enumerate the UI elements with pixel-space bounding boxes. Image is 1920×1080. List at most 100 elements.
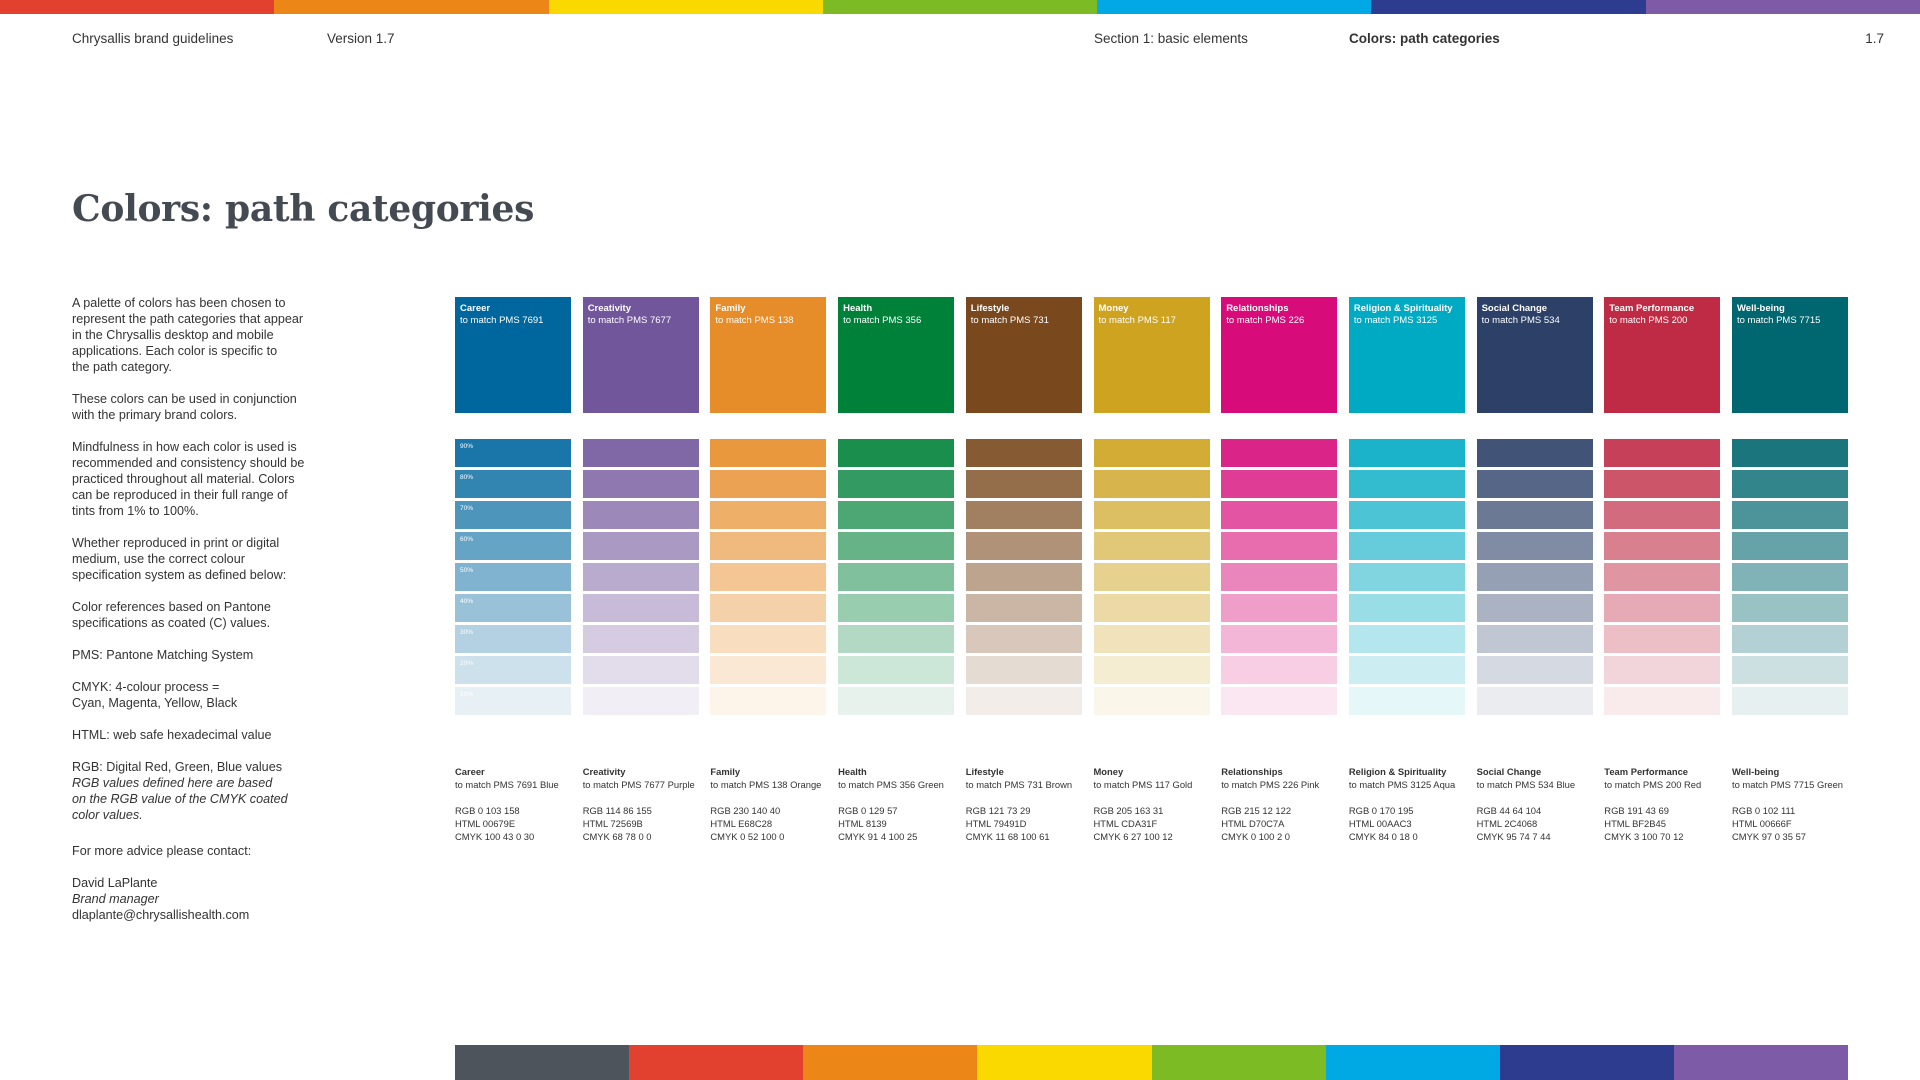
tint-swatch — [582, 563, 699, 591]
swatch-pms: to match PMS 3125 — [1353, 315, 1438, 326]
bottom-color-band — [455, 1045, 1848, 1080]
tint-swatch — [1604, 656, 1721, 684]
color-spec: Religion & Spirituality to match PMS 3125… — [1349, 765, 1479, 843]
tint-swatch — [1732, 470, 1848, 498]
tint-swatch — [1732, 656, 1848, 684]
swatch-main: Creativity to match PMS 7677 — [582, 297, 699, 413]
color-spec: Family to match PMS 138 Orange RGB 230 140… — [710, 765, 840, 843]
spec-name: Lifestyle — [965, 766, 1004, 777]
tint-swatch — [1604, 439, 1721, 467]
tint-swatch — [582, 532, 699, 560]
tint-swatch — [1476, 532, 1593, 560]
tint-swatch — [1604, 687, 1721, 715]
spec-rgb: RGB 0 102 111 — [1732, 805, 1796, 816]
spec-cmyk: CMYK 91 4 100 25 — [838, 831, 918, 842]
tint-swatch — [1221, 687, 1338, 715]
spec-rgb: RGB 230 140 40 — [710, 805, 781, 816]
tint-swatch — [1348, 501, 1465, 529]
tint-swatch — [1476, 563, 1593, 591]
spec-rgb: RGB 191 43 69 — [1604, 805, 1669, 816]
tint-swatch — [1348, 687, 1465, 715]
tint-swatch — [582, 687, 699, 715]
tint-swatch — [710, 532, 827, 560]
swatch-pms: to match PMS 200 — [1609, 315, 1688, 326]
swatch-main: Career to match PMS 7691 — [455, 297, 571, 413]
color-spec: Relationships to match PMS 226 Pink RGB 21… — [1221, 765, 1351, 843]
spec-html: HTML 8139 — [838, 818, 887, 829]
bottom-band-segment — [977, 1045, 1152, 1080]
spec-rgb: RGB 0 103 158 — [455, 805, 520, 816]
tint-swatch — [710, 687, 827, 715]
spec-cmyk: CMYK 84 0 18 0 — [1348, 831, 1418, 842]
contact-role: Brand manager — [72, 892, 159, 906]
swatch-pms: to match PMS 7691 — [460, 315, 544, 326]
tint-label: 30% — [460, 629, 474, 636]
spec-cmyk: CMYK 11 68 100 61 — [965, 831, 1050, 842]
color-spec: Team Performance to match PMS 200 Red RGB … — [1604, 765, 1734, 843]
tint-swatch — [1348, 532, 1465, 560]
page-title: Colors: path categories — [72, 188, 535, 230]
top-band-segment — [548, 0, 823, 14]
bottom-band-segment — [455, 1045, 630, 1080]
spec-pms: to match PMS 138 Orange — [710, 779, 822, 790]
tint-swatch — [965, 687, 1082, 715]
tint-swatch — [1732, 501, 1848, 529]
swatch-name: Family — [715, 303, 746, 314]
intro-paragraph: RGB: Digital Red, Green, Blue values — [72, 760, 282, 774]
swatch-main: Health to match PMS 356 — [838, 297, 955, 413]
tint-swatch: 30% — [455, 625, 571, 653]
swatch-main: Lifestyle to match PMS 731 — [965, 297, 1082, 413]
swatch-main: Social Change to match PMS 534 — [1476, 297, 1593, 413]
tint-swatch — [1348, 656, 1465, 684]
tint-label: 50% — [460, 567, 474, 574]
spec-name: Health — [838, 766, 867, 777]
spec-html: HTML 2C4068 — [1476, 818, 1538, 829]
tint-swatch — [838, 501, 955, 529]
tint-swatch — [582, 501, 699, 529]
swatch-pms: to match PMS 117 — [1098, 315, 1176, 326]
tint-swatch — [1732, 439, 1848, 467]
tint-swatch — [1093, 439, 1210, 467]
tint-swatch — [1348, 625, 1465, 653]
tint-swatch — [582, 470, 699, 498]
tint-swatch — [710, 470, 827, 498]
tint-swatch — [1221, 439, 1338, 467]
tint-swatch — [1093, 501, 1210, 529]
spec-html: HTML D70C7A — [1221, 818, 1285, 829]
tint-swatch — [1604, 532, 1721, 560]
spec-name: Team Performance — [1604, 766, 1689, 777]
spec-pms: to match PMS 7691 Blue — [455, 779, 559, 790]
spec-name: Career — [455, 766, 485, 777]
tint-swatch — [1732, 625, 1848, 653]
swatch-pms: to match PMS 356 — [843, 315, 922, 326]
intro-note: RGB values defined here are based on the… — [72, 776, 288, 822]
spec-cmyk: CMYK 0 52 100 0 — [710, 831, 785, 842]
swatch-name: Health — [843, 303, 873, 314]
spec-name: Well-being — [1732, 766, 1780, 777]
tint-swatch — [965, 470, 1082, 498]
tint-swatch — [965, 563, 1082, 591]
page-number: 1.7 — [1865, 31, 1884, 46]
tint-swatch — [1732, 687, 1848, 715]
spec-name: Religion & Spirituality — [1348, 766, 1447, 777]
tint-swatch — [838, 625, 955, 653]
tint-swatch — [1348, 594, 1465, 622]
tint-swatch — [582, 625, 699, 653]
spec-pms: to match PMS 534 Blue — [1476, 779, 1576, 790]
tint-swatch — [1093, 687, 1210, 715]
tint-swatch — [710, 439, 827, 467]
color-spec: Lifestyle to match PMS 731 Brown RGB 121 7… — [966, 765, 1096, 843]
swatch-main: Family to match PMS 138 — [710, 297, 827, 413]
tint-label: 60% — [460, 536, 474, 543]
spec-cmyk: CMYK 3 100 70 12 — [1604, 831, 1684, 842]
spec-cmyk: CMYK 0 100 2 0 — [1221, 831, 1290, 842]
tint-label: 90% — [460, 443, 474, 450]
swatch-pms: to match PMS 7715 — [1737, 315, 1821, 326]
top-color-band — [0, 0, 1920, 14]
top-band-segment — [274, 0, 549, 14]
swatch-name: Team Performance — [1609, 303, 1695, 314]
tint-swatch — [965, 625, 1082, 653]
swatch-pms: to match PMS 731 — [970, 315, 1049, 326]
swatch-main: Money to match PMS 117 — [1093, 297, 1210, 413]
tint-swatch: 40% — [455, 594, 571, 622]
